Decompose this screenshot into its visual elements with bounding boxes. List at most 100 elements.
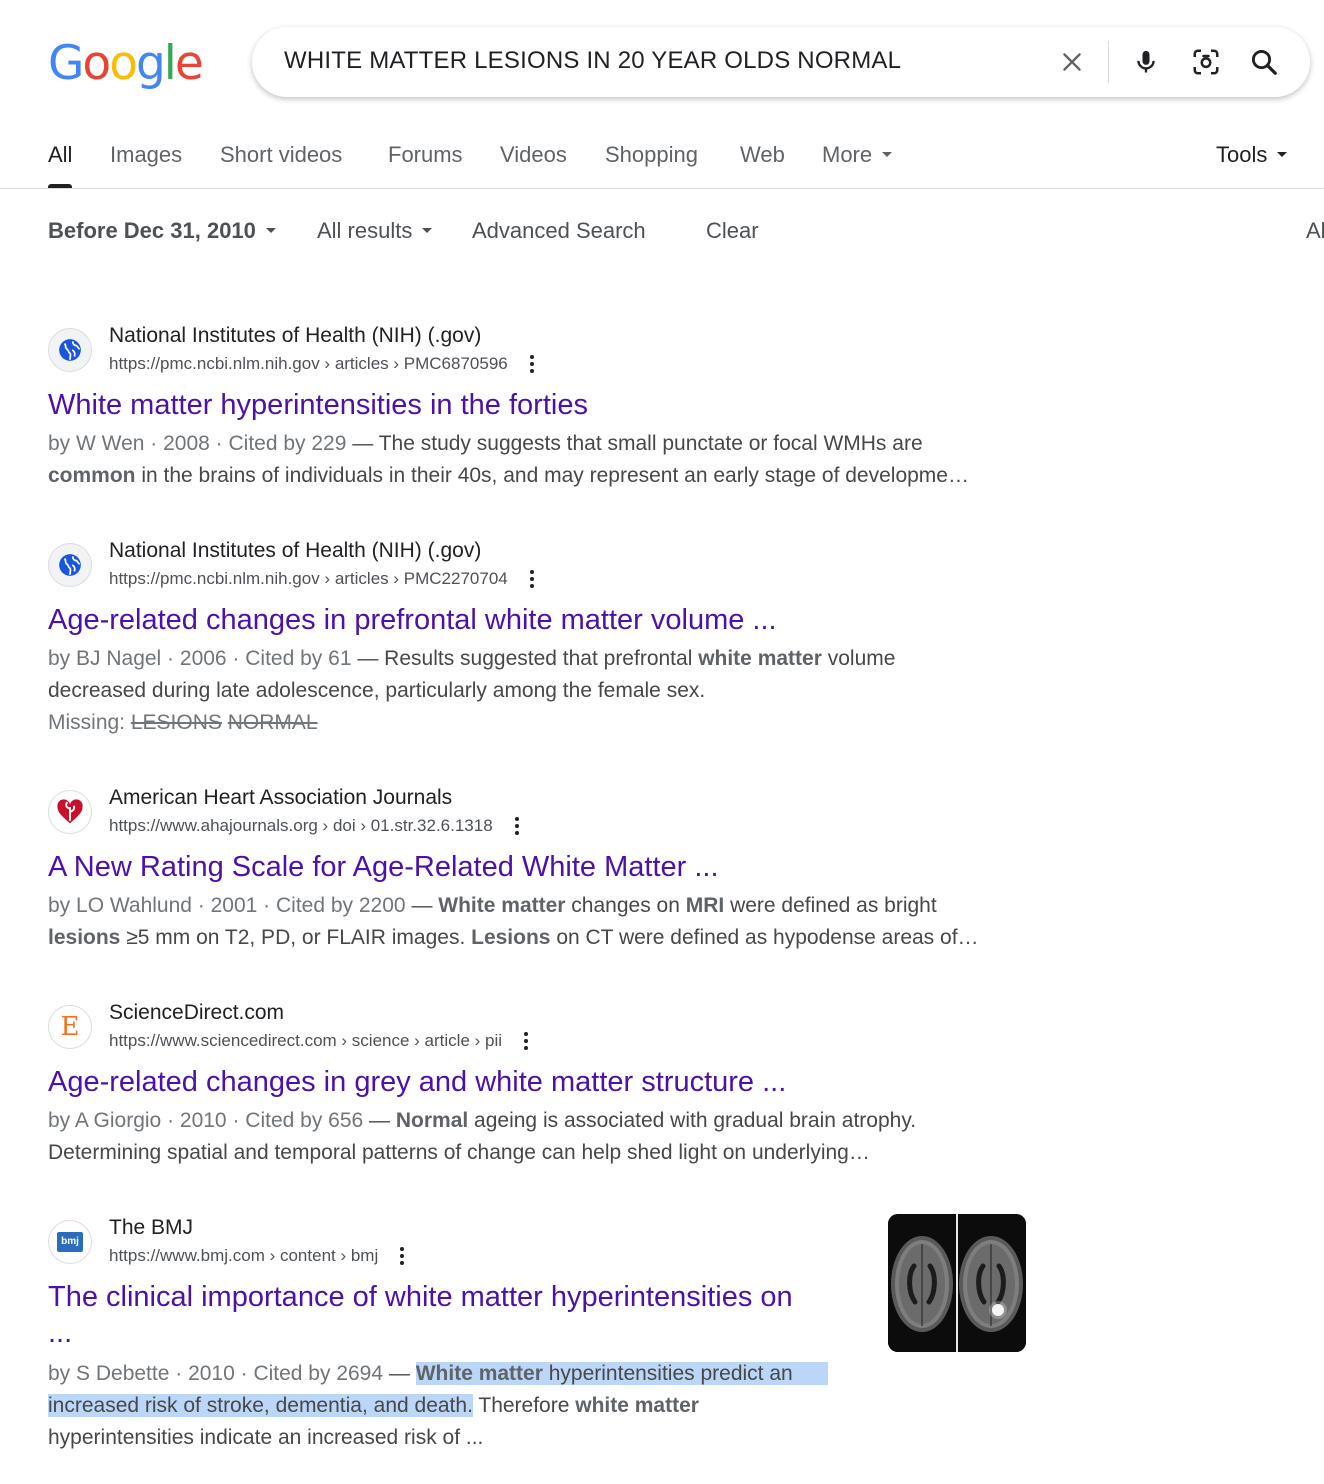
result-title[interactable]: White matter hyperintensities in the for… (48, 387, 588, 423)
result-title[interactable]: Age-related changes in prefrontal white … (48, 602, 777, 638)
result-snippet: by A Giorgio · 2010 · Cited by 656 — Nor… (48, 1109, 917, 1164)
date-filter-label: Before Dec 31, 2010 (48, 218, 256, 243)
result-meta: by BJ Nagel · 2006 · Cited by 61 (48, 647, 352, 670)
logo-letter: l (163, 36, 177, 91)
result-url-text: https://pmc.ncbi.nlm.nih.gov › articles … (109, 354, 508, 373)
microphone-icon[interactable] (1126, 42, 1166, 82)
globe-icon (48, 328, 92, 372)
lens-camera-icon[interactable] (1186, 42, 1226, 82)
snippet-emphasis: Lesions (471, 926, 551, 949)
snippet-text: changes on (565, 894, 686, 917)
results-filter-label: All results (317, 218, 413, 243)
result-title[interactable]: Age-related changes in grey and white ma… (48, 1064, 786, 1100)
clear-filter-link[interactable]: Clear (706, 218, 759, 244)
snippet-text: ageing is associated with gradual brain … (468, 1109, 917, 1132)
caret-down-icon (265, 227, 276, 233)
result-snippet: by W Wen · 2008 · Cited by 229 — The stu… (48, 432, 969, 487)
elsevier-icon: E (48, 1005, 92, 1049)
search-box[interactable]: WHITE MATTER LESIONS IN 20 YEAR OLDS NOR… (252, 27, 1310, 97)
snippet-emphasis: white matter (575, 1394, 699, 1417)
snippet-text: ≥5 mm on T2, PD, or FLAIR images. (120, 926, 472, 949)
tab-short-videos[interactable]: Short videos (220, 142, 342, 188)
result-snippet: by S Debette · 2010 · Cited by 2694 — Wh… (48, 1358, 868, 1454)
bmj-icon: bmj (48, 1220, 92, 1264)
missing-label: Missing: (48, 711, 131, 734)
bmj-logo-text: bmj (57, 1232, 83, 1252)
more-options-icon[interactable] (526, 569, 538, 589)
search-result: E ScienceDirect.com https://www.scienced… (48, 1001, 1048, 1171)
snippet-text: in the brains of individuals in their 40… (135, 464, 969, 487)
logo-letter: o (82, 36, 111, 91)
search-icon[interactable] (1244, 42, 1284, 82)
missing-term[interactable]: LESIONS (131, 711, 222, 734)
mri-image-icon (888, 1214, 1026, 1352)
result-site-name[interactable]: National Institutes of Health (NIH) (.go… (109, 539, 481, 563)
result-url-text: https://www.sciencedirect.com › science … (109, 1031, 503, 1050)
more-options-icon[interactable] (520, 1031, 532, 1051)
result-url[interactable]: https://pmc.ncbi.nlm.nih.gov › articles … (109, 354, 538, 374)
result-title-line: The clinical importance of white matter … (48, 1281, 793, 1313)
tab-shopping[interactable]: Shopping (605, 142, 698, 188)
result-thumbnail[interactable] (888, 1214, 1026, 1352)
advanced-search-link[interactable]: Advanced Search (472, 218, 646, 244)
snippet-text: Results suggested that prefrontal (384, 647, 699, 670)
search-tabs: All Images Short videos Forums Videos Sh… (0, 128, 1324, 189)
tools-button[interactable]: Tools (1216, 142, 1288, 188)
result-snippet: by LO Wahlund · 2001 · Cited by 2200 — W… (48, 894, 979, 949)
result-url[interactable]: https://www.sciencedirect.com › science … (109, 1031, 532, 1051)
snippet-text: were defined as bright (724, 894, 937, 917)
tab-more[interactable]: More (822, 142, 893, 188)
snippet-text: The study suggests that small punctate o… (378, 432, 923, 455)
results-filter[interactable]: All results (317, 218, 433, 244)
snippet-text: decreased during late adolescence, parti… (48, 679, 706, 702)
clear-icon[interactable] (1052, 42, 1092, 82)
result-meta: by A Giorgio · 2010 · Cited by 656 (48, 1109, 364, 1132)
result-title[interactable]: A New Rating Scale for Age-Related White… (48, 849, 719, 885)
snippet-text: hyperintensities predict an (542, 1362, 793, 1385)
logo-letter: G (48, 36, 84, 91)
missing-terms: Missing: LESIONS NORMAL (48, 711, 318, 734)
more-options-icon[interactable] (526, 354, 538, 374)
tab-videos[interactable]: Videos (500, 142, 567, 188)
result-site-name[interactable]: American Heart Association Journals (109, 786, 452, 810)
missing-term[interactable]: NORMAL (228, 711, 318, 734)
result-title-ellipsis: ... (48, 1317, 73, 1349)
search-divider (1108, 41, 1109, 83)
caret-down-icon (882, 151, 893, 157)
result-url-text: https://www.ahajournals.org › doi › 01.s… (109, 816, 493, 835)
snippet-emphasis: common (48, 464, 136, 487)
tab-forums[interactable]: Forums (388, 142, 463, 188)
search-result: National Institutes of Health (NIH) (.go… (48, 324, 1048, 494)
date-filter[interactable]: Before Dec 31, 2010 (48, 218, 276, 244)
tab-web[interactable]: Web (740, 142, 785, 188)
result-url[interactable]: https://pmc.ncbi.nlm.nih.gov › articles … (109, 569, 538, 589)
result-site-name[interactable]: ScienceDirect.com (109, 1001, 284, 1025)
snippet-text: increased risk of stroke, dementia, and … (48, 1394, 473, 1417)
more-options-icon[interactable] (396, 1246, 408, 1266)
google-logo[interactable]: Google (48, 36, 204, 91)
result-url[interactable]: https://www.ahajournals.org › doi › 01.s… (109, 816, 523, 836)
result-title[interactable]: The clinical importance of white matter … (48, 1279, 858, 1351)
result-url-text: https://www.bmj.com › content › bmj (109, 1246, 379, 1265)
tab-more-label: More (822, 142, 873, 167)
filter-overflow[interactable]: Al (1306, 218, 1324, 244)
logo-letter: g (135, 36, 166, 91)
logo-letter: e (174, 36, 204, 91)
logo-letter: o (109, 36, 138, 91)
snippet-emphasis: White matter (415, 1362, 543, 1385)
globe-icon (48, 543, 92, 587)
favicon-letter: E (60, 1012, 80, 1042)
snippet-text: on CT were defined as hypodense areas of… (550, 926, 979, 949)
result-site-name[interactable]: National Institutes of Health (NIH) (.go… (109, 324, 481, 348)
result-meta: by S Debette · 2010 · Cited by 2694 (48, 1362, 384, 1385)
result-url[interactable]: https://www.bmj.com › content › bmj (109, 1246, 408, 1266)
snippet-emphasis: white matter (698, 647, 822, 670)
snippet-emphasis: Normal (395, 1109, 469, 1132)
result-site-name[interactable]: The BMJ (109, 1216, 193, 1240)
result-meta: by LO Wahlund · 2001 · Cited by 2200 (48, 894, 406, 917)
search-input[interactable]: WHITE MATTER LESIONS IN 20 YEAR OLDS NOR… (284, 47, 901, 75)
tab-images[interactable]: Images (110, 142, 182, 188)
tab-all[interactable]: All (48, 142, 73, 188)
search-result: National Institutes of Health (NIH) (.go… (48, 539, 1048, 739)
more-options-icon[interactable] (511, 816, 523, 836)
